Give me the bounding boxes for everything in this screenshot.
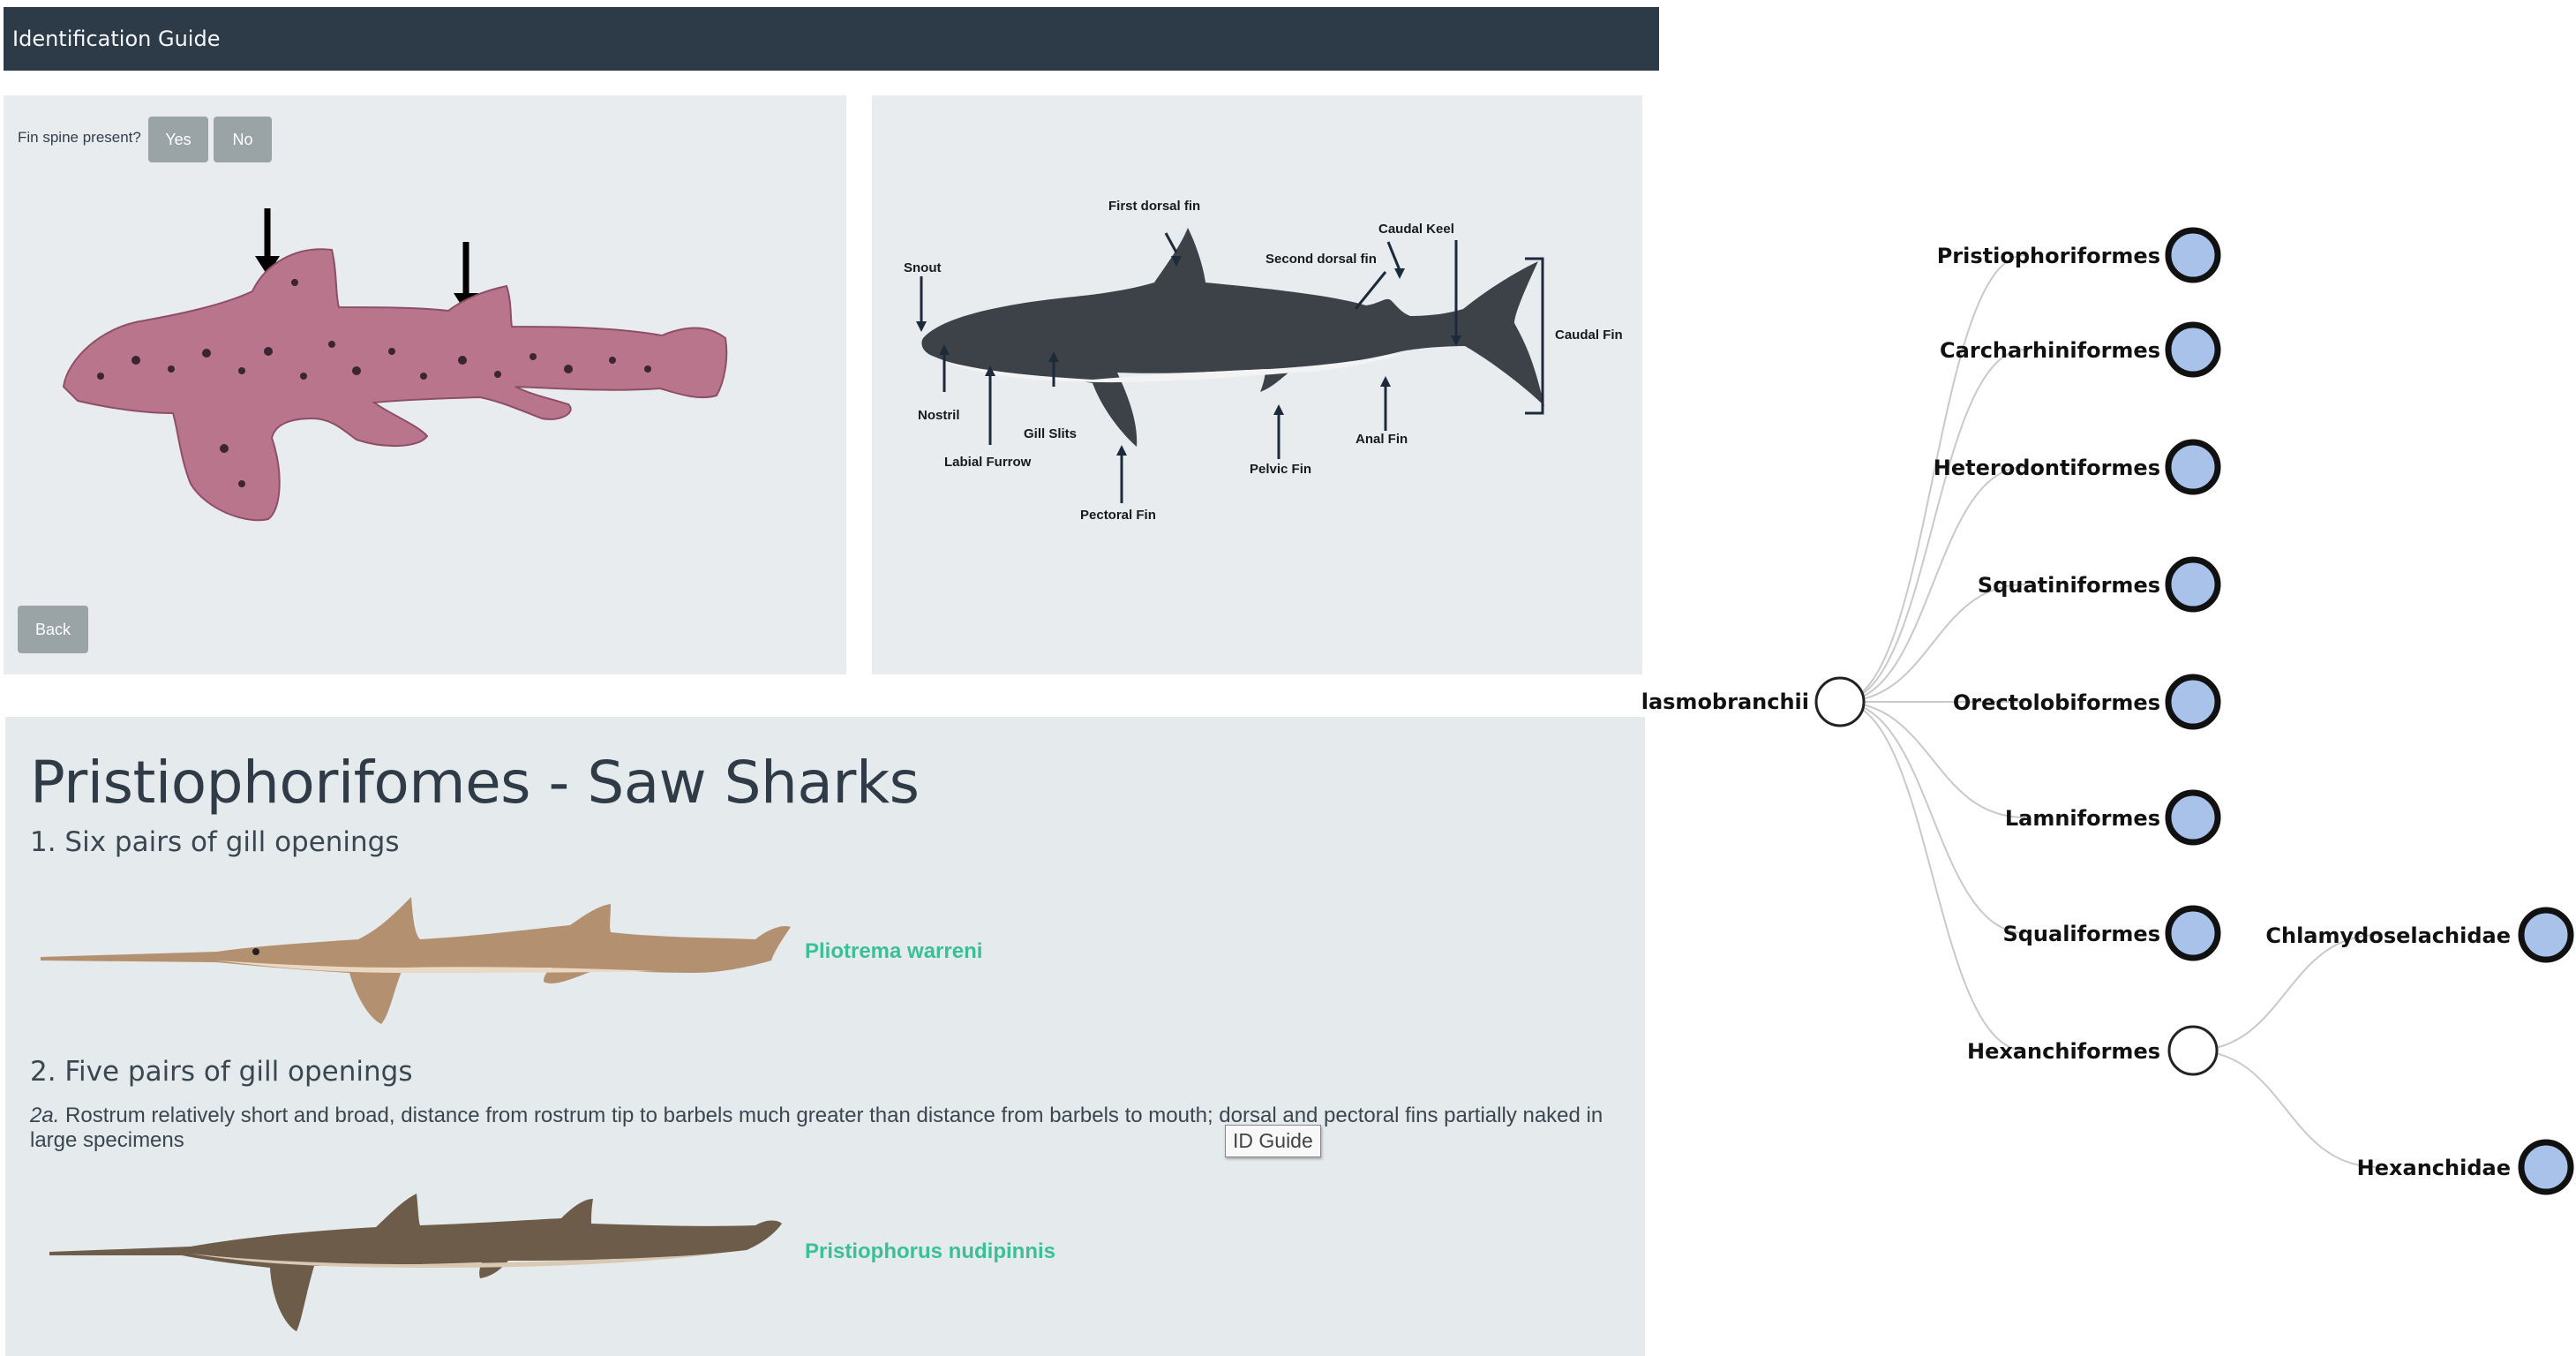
root-label: Elasmobranchii	[1641, 689, 1809, 714]
label-nostril: Nostril	[918, 408, 960, 423]
order-label: Squaliformes	[2002, 922, 2160, 946]
tree-node-hexanchidae[interactable]: Hexanchidae	[2357, 1139, 2574, 1195]
order-label: Orectolobiformes	[1953, 690, 2160, 715]
guide-heading: Pristiophorifomes - Saw Sharks	[30, 749, 920, 817]
species-link-pristiophorus[interactable]: Pristiophorus nudipinnis	[805, 1239, 1055, 1264]
back-button[interactable]: Back	[18, 606, 88, 653]
guide-point-2: 2. Five pairs of gill openings	[30, 1056, 413, 1088]
tree-node-heterodontiformes[interactable]: Heterodontiformes	[1934, 439, 2221, 495]
label-caudal-fin: Caudal Fin	[1555, 328, 1623, 343]
label-snout: Snout	[904, 260, 942, 275]
point-2a-text: Rostrum relatively short and broad, dist…	[30, 1104, 1603, 1152]
guide-point-2a: 2a. Rostrum relatively short and broad, …	[30, 1104, 1636, 1153]
app-header: Identification Guide	[4, 7, 1659, 71]
horn-shark-image	[62, 208, 728, 522]
id-guide-panel: Pristiophorifomes - Saw Sharks 1. Six pa…	[5, 717, 1645, 1356]
id-guide-tooltip: ID Guide	[1225, 1125, 1321, 1157]
tree-node-lamniformes[interactable]: Lamniformes	[2005, 789, 2221, 846]
anatomy-diagram-panel: First dorsal fin Caudal Keel Second dors…	[872, 95, 1642, 674]
shark-anatomy-diagram: First dorsal fin Caudal Keel Second dors…	[904, 199, 1623, 523]
tree-node-carcharhiniformes[interactable]: Carcharhiniformes	[1940, 321, 2221, 378]
family-label: Hexanchidae	[2357, 1156, 2511, 1180]
order-label: Lamniformes	[2005, 806, 2160, 831]
tree-node-pristiophoriformes[interactable]: Pristiophoriformes	[1937, 227, 2221, 283]
order-label: Carcharhiniformes	[1940, 338, 2160, 363]
tree-node-orectolobiformes[interactable]: Orectolobiformes	[1953, 674, 2221, 730]
label-anal-fin: Anal Fin	[1356, 432, 1408, 447]
species-link-pliotrema[interactable]: Pliotrema warreni	[805, 939, 982, 964]
point-2a-number: 2a.	[30, 1104, 60, 1127]
root-node-circle[interactable]	[1814, 676, 1866, 727]
label-labial-furrow: Labial Furrow	[944, 455, 1032, 470]
order-label: Pristiophoriformes	[1937, 244, 2160, 268]
family-label: Chlamydoselachidae	[2265, 923, 2511, 948]
taxonomy-tree: Elasmobranchii Pristiophoriformes Carcha…	[1641, 227, 2574, 1195]
tree-node-squaliformes[interactable]: Squaliformes	[2002, 905, 2221, 961]
app-title: Identification Guide	[12, 26, 221, 51]
order-label: Squatiniformes	[1978, 573, 2160, 598]
tree-node-squatiniformes[interactable]: Squatiniformes	[1978, 556, 2221, 613]
tree-node-hexanchiformes[interactable]: Hexanchiformes	[1967, 1025, 2219, 1076]
label-second-dorsal: Second dorsal fin	[1265, 252, 1377, 267]
label-first-dorsal: First dorsal fin	[1108, 199, 1200, 214]
question-panel: Fin spine present? Yes No Back	[4, 95, 846, 674]
tree-node-root[interactable]: Elasmobranchii	[1641, 676, 1866, 727]
guide-point-1: 1. Six pairs of gill openings	[30, 826, 400, 858]
label-pectoral-fin: Pectoral Fin	[1080, 508, 1156, 523]
order-label: Hexanchiformes	[1967, 1039, 2160, 1064]
order-label: Heterodontiformes	[1934, 456, 2160, 480]
tree-node-chlamydoselachidae[interactable]: Chlamydoselachidae	[2265, 907, 2574, 963]
label-pelvic-fin: Pelvic Fin	[1250, 462, 1311, 477]
label-gill-slits: Gill Slits	[1024, 426, 1077, 441]
species-image-pristiophorus	[49, 1194, 782, 1331]
species-image-pliotrema	[41, 897, 791, 1024]
label-caudal-keel: Caudal Keel	[1378, 222, 1454, 237]
